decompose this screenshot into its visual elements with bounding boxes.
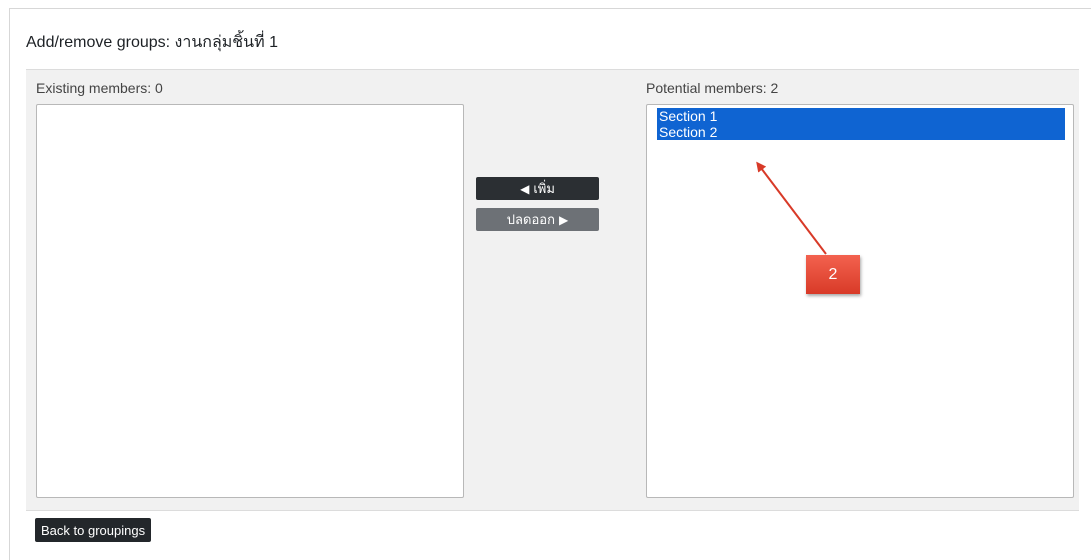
potential-members-label: Potential members: 2 xyxy=(646,80,779,96)
triangle-right-icon: ▶ xyxy=(558,212,569,227)
existing-members-listbox[interactable] xyxy=(36,104,464,498)
remove-button[interactable]: ปลดออก ▶ xyxy=(476,208,599,231)
back-to-groupings-button[interactable]: Back to groupings xyxy=(35,518,152,542)
remove-button-label: ปลดออก xyxy=(506,212,555,227)
add-button[interactable]: ◀ เพิ่ม xyxy=(476,177,599,200)
page-title: Add/remove groups: งานกลุ่มชิ้นที่ 1 xyxy=(26,34,278,51)
add-button-label: เพิ่ม xyxy=(533,181,555,196)
potential-member-option[interactable]: Section 2 xyxy=(657,124,1065,140)
triangle-left-icon: ◀ xyxy=(520,181,530,196)
potential-members-listbox[interactable]: Section 1 Section 2 xyxy=(646,104,1074,498)
potential-member-option[interactable]: Section 1 xyxy=(657,108,1065,124)
existing-members-label: Existing members: 0 xyxy=(36,80,163,96)
annotation-badge: 2 xyxy=(806,255,860,294)
